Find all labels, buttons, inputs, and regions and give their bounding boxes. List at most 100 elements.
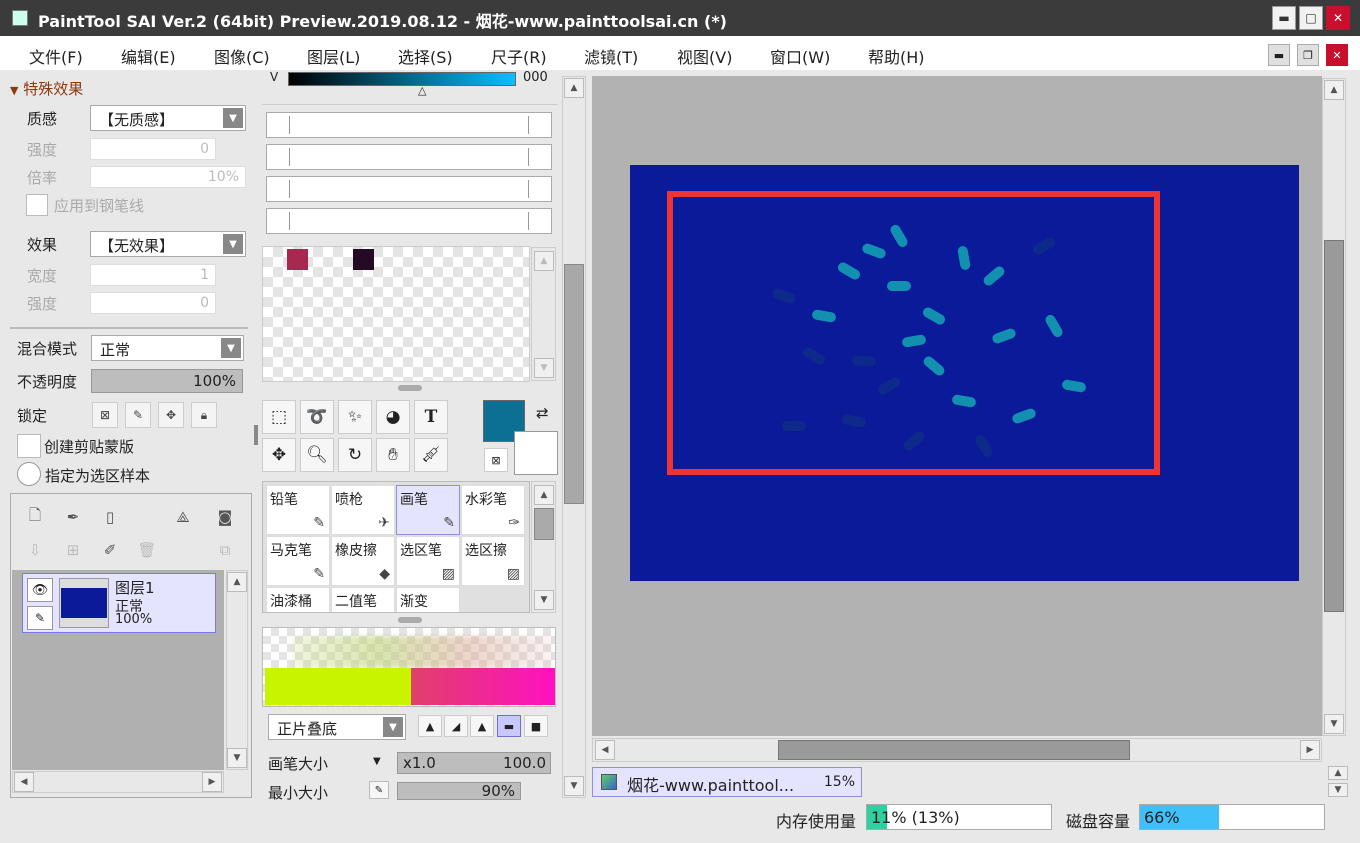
menu-image[interactable]: 图像(C) [214, 44, 270, 68]
shape-icon[interactable]: ◕ [376, 400, 410, 434]
strength2-field[interactable]: 0 [90, 292, 216, 314]
strength-field[interactable]: 0 [90, 138, 216, 160]
scroll-down-icon[interactable]: ▼ [534, 358, 554, 378]
brush-slot-8[interactable]: 油漆桶 [266, 587, 330, 612]
document-tab[interactable]: 烟花-www.painttool... 15% [592, 767, 862, 797]
lock-transparency-button[interactable]: ⊠ [92, 402, 118, 428]
scroll-up-icon[interactable]: ▲ [534, 251, 554, 271]
scroll-thumb[interactable] [564, 264, 584, 504]
texture-swatch-lime[interactable] [265, 668, 411, 705]
scroll-thumb[interactable] [534, 508, 554, 540]
scroll-down-icon[interactable]: ▼ [564, 776, 584, 796]
layer-item[interactable]: 👁︎ ✎ 图层1 正常 100% [22, 573, 216, 633]
value-slider[interactable] [288, 72, 516, 86]
apply-pen-checkbox[interactable] [26, 194, 48, 216]
layer-scrollbar[interactable] [226, 570, 248, 770]
swatch-color[interactable] [353, 249, 374, 270]
scroll-left-icon[interactable]: ◀ [14, 772, 34, 792]
canvas-viewport[interactable] [592, 76, 1322, 736]
scroll-left-icon[interactable]: ◀ [595, 740, 615, 760]
brush-slot-3[interactable]: 水彩笔 ✑ [461, 485, 525, 535]
panel-splitter-handle[interactable] [398, 385, 422, 391]
scroll-down-icon[interactable]: ▼ [1324, 714, 1344, 734]
magic-wand-icon[interactable]: ✨︎ [338, 400, 372, 434]
menu-select[interactable]: 选择(S) [398, 44, 453, 68]
lock-paint-button[interactable]: ✎ [125, 402, 151, 428]
close-button[interactable]: ✕ [1326, 6, 1350, 30]
move-icon[interactable]: ✥ [262, 438, 296, 472]
scale-field[interactable]: 10% [90, 166, 246, 188]
rotate-icon[interactable]: ↻ [338, 438, 372, 472]
brush-shape-2-icon[interactable]: ◢ [444, 715, 468, 737]
scroll-up-icon[interactable]: ▲ [1324, 80, 1344, 100]
menu-layer[interactable]: 图层(L) [307, 44, 360, 68]
scroll-up-icon[interactable]: ▲ [227, 572, 247, 592]
opacity-slider[interactable]: 100% [91, 369, 243, 393]
scroll-up-icon[interactable]: ▲ [564, 78, 584, 98]
brush-shape-4-icon[interactable]: ▬ [497, 715, 521, 737]
brush-size-slider[interactable]: x1.0 100.0 [397, 752, 551, 774]
brush-shape-5-icon[interactable]: ■ [524, 715, 548, 737]
lock-all-button[interactable]: 🔒︎ [191, 402, 217, 428]
lock-move-button[interactable]: ✥ [158, 402, 184, 428]
menu-filter[interactable]: 滤镜(T) [584, 44, 638, 68]
brush-slot-9[interactable]: 二值笔 [331, 587, 395, 612]
panel-splitter-handle[interactable] [398, 617, 422, 623]
brush-slot-1[interactable]: 喷枪 ✈ [331, 485, 395, 535]
menu-help[interactable]: 帮助(H) [868, 44, 925, 68]
menu-ruler[interactable]: 尺子(R) [491, 44, 547, 68]
min-size-slider[interactable]: 90% [397, 782, 521, 800]
brush-slot-6[interactable]: 选区笔 ▨ [396, 536, 460, 586]
transfer-down-icon[interactable]: ⇩ [24, 539, 46, 561]
zoom-icon[interactable]: 🔍︎ [300, 438, 334, 472]
select-rect-icon[interactable]: ⬚ [262, 400, 296, 434]
trash-icon[interactable]: 🗑︎ [136, 539, 158, 561]
scroll-up-icon[interactable]: ▲ [1328, 766, 1348, 780]
scroll-right-icon[interactable]: ▶ [1300, 740, 1320, 760]
brush-slot-10[interactable]: 渐变 [396, 587, 460, 612]
hand-icon[interactable]: ✋︎ [376, 438, 410, 472]
texture-select[interactable]: 【无质感】 ▼ [90, 105, 246, 131]
merge-down-icon[interactable]: ⊞ [62, 539, 84, 561]
brush-slot-2[interactable]: 画笔 ✎ [396, 485, 460, 535]
swatch-color[interactable] [287, 249, 308, 270]
doc-minimize-button[interactable]: ▬ [1268, 44, 1290, 66]
new-layer-icon[interactable]: 🗋︎ [24, 506, 46, 528]
pressure-icon[interactable]: ✎ [369, 781, 389, 799]
brush-slot-5[interactable]: 橡皮擦 ◆ [331, 536, 395, 586]
transparent-color-icon[interactable]: ⊠ [484, 448, 508, 472]
doc-close-button[interactable]: ✕ [1326, 44, 1348, 66]
menu-edit[interactable]: 编辑(E) [121, 44, 176, 68]
menu-window[interactable]: 窗口(W) [770, 44, 830, 68]
effects-header[interactable]: ▼ 特殊效果 [10, 78, 83, 99]
scroll-thumb[interactable] [1324, 240, 1344, 612]
brush-shape-3-icon[interactable]: ▲ [470, 715, 494, 737]
text-tool-icon[interactable]: T [414, 400, 448, 434]
layer-pencil-icon[interactable]: ✎ [27, 606, 53, 630]
maximize-button[interactable]: □ [1299, 6, 1323, 30]
brush-slot-0[interactable]: 铅笔 ✎ [266, 485, 330, 535]
color-slider-3[interactable] [266, 176, 552, 202]
width-field[interactable]: 1 [90, 264, 216, 286]
brush-blend-select[interactable]: 正片叠底 ▼ [268, 714, 406, 740]
texture-swatch-magenta[interactable] [411, 668, 555, 705]
clip-mask-checkbox[interactable] [17, 434, 41, 458]
blend-mode-select[interactable]: 正常 ▼ [91, 335, 244, 361]
swap-colors-icon[interactable]: ⇄ [536, 404, 549, 422]
menu-view[interactable]: 视图(V) [677, 44, 732, 68]
color-slider-4[interactable] [266, 208, 552, 234]
brush-slot-4[interactable]: 马克笔 ✎ [266, 536, 330, 586]
effect-select[interactable]: 【无效果】 ▼ [90, 231, 246, 257]
new-vector-layer-icon[interactable]: ✒ [62, 506, 84, 528]
duplicate-icon[interactable]: ⧉ [214, 539, 236, 561]
chevron-down-icon[interactable]: ▼ [373, 756, 381, 767]
visibility-eye-icon[interactable]: 👁︎ [27, 578, 53, 602]
canvas-image[interactable] [630, 165, 1299, 581]
scroll-down-icon[interactable]: ▼ [227, 748, 247, 768]
color-slider-2[interactable] [266, 144, 552, 170]
doc-restore-button[interactable]: ❐ [1297, 44, 1319, 66]
layer-hscrollbar[interactable] [12, 771, 224, 793]
texture-preview[interactable] [262, 627, 556, 707]
lasso-icon[interactable]: ➰ [300, 400, 334, 434]
new-folder-icon[interactable]: ▯ [99, 506, 121, 528]
